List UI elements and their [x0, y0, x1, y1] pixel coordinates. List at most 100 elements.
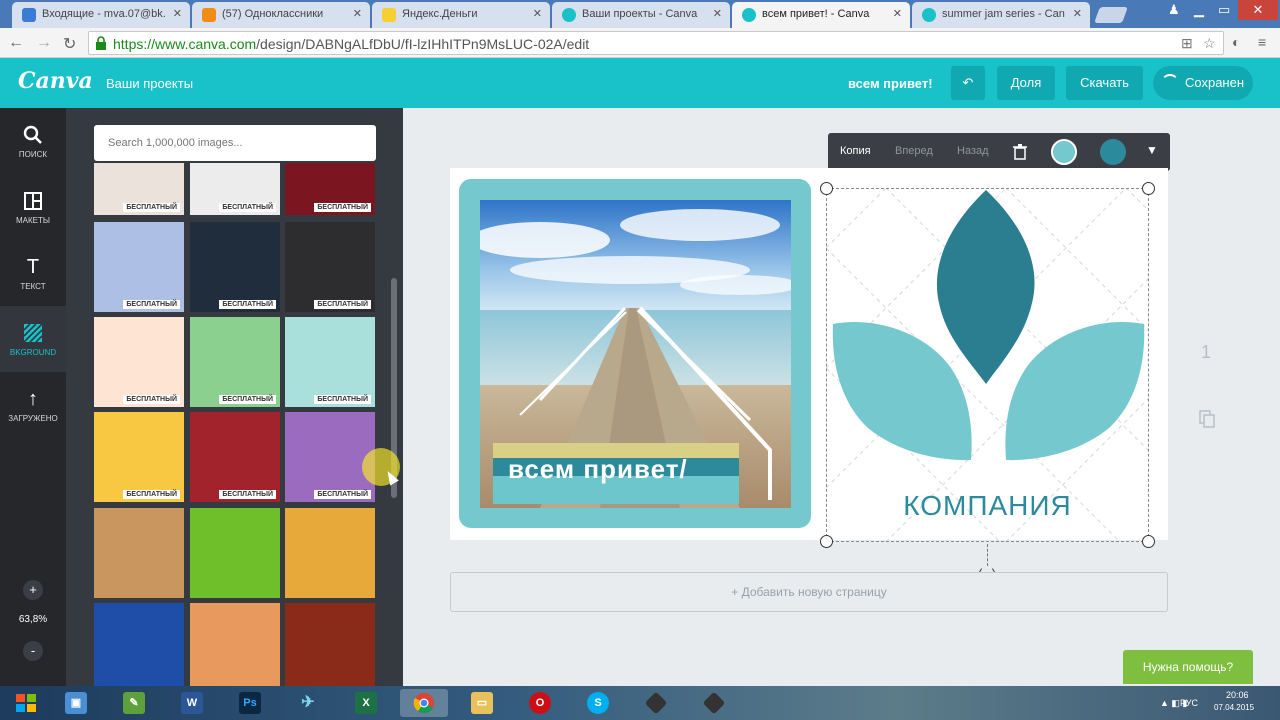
element-toolbar: Копия Вперед Назад ▼: [828, 133, 1170, 171]
background-tile[interactable]: БЕСПЛАТНЫЙ: [285, 222, 375, 312]
background-tile[interactable]: БЕСПЛАТНЫЙ: [190, 317, 280, 407]
background-tile[interactable]: [190, 603, 280, 686]
start-button[interactable]: [2, 689, 50, 717]
background-tile[interactable]: БЕСПЛАТНЫЙ: [190, 163, 280, 215]
taskbar-app[interactable]: [632, 689, 680, 717]
taskbar-app[interactable]: W: [168, 689, 216, 717]
background-tile[interactable]: [94, 508, 184, 598]
canva-icon: [562, 8, 576, 22]
url-field[interactable]: https://www.canva.com/design/DABNgALfDbU…: [88, 31, 1224, 55]
chevron-down-icon[interactable]: ▼: [1146, 143, 1158, 157]
canva-logo[interactable]: Canva: [18, 68, 93, 94]
image-search-input[interactable]: [94, 125, 376, 161]
close-icon[interactable]: ✕: [893, 7, 902, 20]
trash-icon[interactable]: [1013, 144, 1027, 160]
company-text[interactable]: КОМПАНИЯ: [826, 490, 1149, 522]
rail-item-text[interactable]: T ТЕКСТ: [0, 240, 66, 306]
close-icon[interactable]: ✕: [1073, 7, 1082, 20]
color-swatch-dark[interactable]: [1100, 139, 1126, 165]
document-title[interactable]: всем привет!: [848, 76, 933, 91]
background-tile[interactable]: БЕСПЛАТНЫЙ: [285, 317, 375, 407]
browser-tab[interactable]: (57) Одноклассники ✕: [192, 2, 370, 28]
close-icon[interactable]: ✕: [713, 7, 722, 20]
close-icon[interactable]: ✕: [173, 7, 182, 20]
windows-logo-icon: [16, 694, 36, 712]
excel-icon: X: [355, 692, 377, 714]
help-button[interactable]: Нужна помощь?: [1123, 650, 1253, 684]
background-tile[interactable]: [285, 508, 375, 598]
share-button[interactable]: Доля: [997, 66, 1055, 100]
browser-tab[interactable]: Входящие - mva.07@bk. ✕: [12, 2, 190, 28]
background-tile[interactable]: [285, 603, 375, 686]
browser-tab[interactable]: Ваши проекты - Canva ✕: [552, 2, 730, 28]
rail-item-layouts[interactable]: МАКЕТЫ: [0, 174, 66, 240]
taskbar-app[interactable]: ✎: [110, 689, 158, 717]
star-icon[interactable]: ☆: [1203, 35, 1216, 52]
taskbar-app[interactable]: X: [342, 689, 390, 717]
new-tab-button[interactable]: [1094, 7, 1128, 23]
resize-handle[interactable]: [1142, 535, 1155, 548]
zoom-out-button[interactable]: -: [23, 641, 43, 661]
minimize-icon[interactable]: ▁: [1194, 2, 1204, 18]
taskbar-app[interactable]: ▣: [52, 689, 100, 717]
taskbar-app[interactable]: ▭: [458, 689, 506, 717]
undo-button[interactable]: ↶: [951, 66, 985, 100]
tab-title: (57) Одноклассники: [222, 8, 324, 20]
free-badge: БЕСПЛАТНЫЙ: [219, 300, 276, 309]
taskbar-app[interactable]: ✈: [284, 689, 332, 717]
download-button[interactable]: Скачать: [1066, 66, 1143, 100]
caption-text[interactable]: всем привет/: [508, 454, 688, 485]
browser-tab[interactable]: Яндекс.Деньги ✕: [372, 2, 550, 28]
background-tile[interactable]: БЕСПЛАТНЫЙ: [285, 163, 375, 215]
background-tile[interactable]: [94, 603, 184, 686]
zoom-in-button[interactable]: +: [23, 580, 43, 600]
maximize-icon[interactable]: ▭: [1218, 2, 1230, 18]
window-close-button[interactable]: ✕: [1238, 0, 1278, 20]
add-page-button[interactable]: + Добавить новую страницу: [450, 572, 1168, 612]
back-icon[interactable]: ←: [8, 34, 24, 52]
duplicate-page-icon[interactable]: [1199, 410, 1215, 428]
color-swatch-light[interactable]: [1051, 139, 1077, 165]
save-button[interactable]: Сохранен: [1153, 66, 1253, 100]
projects-link[interactable]: Ваши проекты: [106, 76, 193, 91]
background-tile[interactable]: [190, 508, 280, 598]
translate-icon[interactable]: ⊞: [1181, 35, 1193, 52]
resize-handle[interactable]: [1142, 182, 1155, 195]
resize-handle[interactable]: [820, 182, 833, 195]
tab-title: всем привет! - Canva: [762, 8, 870, 20]
background-tile[interactable]: БЕСПЛАТНЫЙ: [94, 222, 184, 312]
clock-time[interactable]: 20:06: [1226, 690, 1249, 700]
browser-tab-active[interactable]: всем привет! - Canva ✕: [732, 2, 910, 28]
background-tile[interactable]: БЕСПЛАТНЫЙ: [94, 317, 184, 407]
taskbar-app-chrome[interactable]: [400, 689, 448, 717]
background-tile[interactable]: БЕСПЛАТНЫЙ: [94, 163, 184, 215]
rail-item-search[interactable]: ПОИСК: [0, 108, 66, 174]
taskbar-app[interactable]: [690, 689, 738, 717]
background-tile[interactable]: БЕСПЛАТНЫЙ: [190, 412, 280, 502]
close-icon[interactable]: ✕: [533, 7, 542, 20]
user-icon[interactable]: ♟: [1168, 2, 1180, 18]
background-tile[interactable]: БЕСПЛАТНЫЙ: [94, 412, 184, 502]
menu-icon[interactable]: ≡: [1258, 34, 1266, 50]
resize-handle[interactable]: [820, 535, 833, 548]
extension-icon[interactable]: ◐: [1232, 34, 1240, 50]
close-icon[interactable]: ✕: [353, 7, 362, 20]
app-icon: [702, 691, 726, 715]
rail-item-background[interactable]: BKGROUND: [0, 306, 66, 372]
taskbar-app[interactable]: O: [516, 689, 564, 717]
forward-icon[interactable]: →: [36, 34, 52, 52]
background-tile[interactable]: БЕСПЛАТНЫЙ: [190, 222, 280, 312]
reload-icon[interactable]: ↻: [63, 34, 76, 54]
taskbar-app[interactable]: Ps: [226, 689, 274, 717]
language-indicator[interactable]: РУС: [1180, 698, 1198, 708]
rail-item-label: BKGROUND: [9, 348, 57, 357]
rail-item-uploads[interactable]: ↑ ЗАГРУЖЕНО: [0, 372, 66, 438]
browser-tab[interactable]: summer jam series - Can ✕: [912, 2, 1090, 28]
background-tile[interactable]: БЕСПЛАТНЫЙ: [285, 412, 375, 502]
forward-button[interactable]: Вперед: [895, 145, 933, 157]
taskbar-app[interactable]: S: [574, 689, 622, 717]
clock-date[interactable]: 07.04.2015: [1214, 703, 1254, 712]
copy-button[interactable]: Копия: [840, 145, 871, 157]
photoshop-icon: Ps: [239, 692, 261, 714]
back-button[interactable]: Назад: [957, 145, 989, 157]
